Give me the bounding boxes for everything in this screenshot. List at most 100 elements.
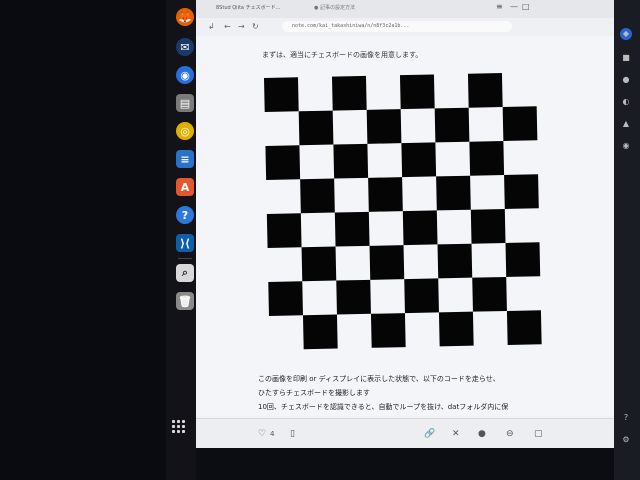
chess-square-white xyxy=(434,74,469,109)
chess-square-white xyxy=(334,178,369,213)
chess-square-white xyxy=(437,210,472,245)
help-icon[interactable]: ? xyxy=(176,206,194,224)
chess-square-black xyxy=(368,177,403,212)
browser-window: 8Stud Qiita チェスボード... ● 記事の設定方法 ≡ — □ ↲ … xyxy=(196,0,614,448)
chessboard-image xyxy=(264,72,542,350)
back-icon[interactable]: ↲ xyxy=(208,22,215,31)
chess-square-black xyxy=(469,141,505,176)
maximize-icon[interactable]: □ xyxy=(522,2,530,11)
bookmark-icon[interactable]: ▢ xyxy=(534,429,543,439)
more-share-icon[interactable]: ⊖ xyxy=(506,429,514,439)
app-icon-5[interactable]: ◉ xyxy=(620,140,632,152)
chess-square-white xyxy=(337,314,372,349)
chess-square-black xyxy=(399,74,435,110)
chess-square-white xyxy=(266,179,301,214)
tab-active[interactable]: 8Stud Qiita チェスボード... xyxy=(216,2,306,14)
app-icon-1[interactable]: ■ xyxy=(620,52,632,64)
article-paragraph-3: 10回、チェスボードを認識できると、自動でループを抜け、datフォルダ内に保 xyxy=(258,403,509,411)
chess-square-black xyxy=(504,174,539,209)
facebook-icon[interactable]: ● xyxy=(478,429,486,439)
firefox-icon[interactable]: 🦊 xyxy=(176,8,194,26)
chess-square-black xyxy=(404,278,439,314)
chess-square-black xyxy=(402,210,438,246)
minimize-icon[interactable]: — xyxy=(510,2,518,11)
chess-square-white xyxy=(269,315,304,350)
chess-square-black xyxy=(301,246,337,282)
vscode-icon[interactable]: ⟩⟨ xyxy=(176,234,194,252)
chess-square-white xyxy=(333,110,368,145)
chess-square-black xyxy=(437,243,473,279)
chess-square-white xyxy=(503,140,538,175)
chess-square-white xyxy=(506,276,541,311)
menu-icon[interactable]: ≡ xyxy=(496,2,503,11)
chess-square-white xyxy=(268,247,303,282)
heart-icon[interactable]: ♡ xyxy=(258,429,266,439)
rhythmbox-icon[interactable]: ◎ xyxy=(176,122,194,140)
chess-square-black xyxy=(472,276,507,312)
show-apps-icon[interactable] xyxy=(172,420,186,434)
chess-square-black xyxy=(264,77,299,112)
chess-square-white xyxy=(265,111,300,146)
chess-square-white xyxy=(469,107,504,142)
dock-separator xyxy=(178,258,192,259)
back-arrow-icon[interactable]: ← xyxy=(224,22,231,31)
chess-square-black xyxy=(366,109,402,144)
link-icon[interactable]: 🔗 xyxy=(424,429,435,439)
comment-icon[interactable]: ▯ xyxy=(290,429,295,439)
chess-square-black xyxy=(298,110,334,146)
reload-icon[interactable]: ↻ xyxy=(252,22,259,31)
chess-square-black xyxy=(467,73,503,108)
article-content: まずは、適当にチェスボードの画像を用意します。 この画像を印刷 or ディスプレ… xyxy=(196,36,614,416)
chess-square-white xyxy=(298,77,333,112)
chess-square-white xyxy=(369,211,404,246)
chess-square-black xyxy=(266,213,302,248)
chess-square-white xyxy=(472,243,507,278)
chess-square-white xyxy=(402,176,437,211)
chromium-icon[interactable]: ◉ xyxy=(176,66,194,84)
chess-square-black xyxy=(265,145,301,180)
trash-icon[interactable]: 🗑 xyxy=(176,292,194,310)
chess-square-black xyxy=(502,106,538,142)
chess-square-white xyxy=(438,278,473,313)
address-bar[interactable]: note.com/kai_takashiniwa/n/n8f3c2a1b... xyxy=(282,21,512,32)
like-count: 4 xyxy=(270,430,275,438)
intro-text: まずは、適当にチェスボードの画像を用意します。 xyxy=(262,51,423,59)
tab-inactive[interactable]: ● 記事の設定方法 xyxy=(314,2,404,14)
chess-square-black xyxy=(331,75,367,111)
chess-square-black xyxy=(505,242,541,277)
chess-square-white xyxy=(299,145,334,180)
right-sidebar: ◆ ■ ● ◐ ▲ ◉ ? ⚙ xyxy=(614,0,640,480)
chess-square-white xyxy=(405,312,440,347)
app-icon-4[interactable]: ▲ xyxy=(620,118,632,130)
chess-square-black xyxy=(370,313,406,348)
settings-icon[interactable]: ⚙ xyxy=(620,434,632,446)
chess-square-black xyxy=(333,143,369,179)
app-icon-3[interactable]: ◐ xyxy=(620,96,632,108)
chess-square-white xyxy=(435,142,470,177)
libreoffice-writer-icon[interactable]: ≡ xyxy=(176,150,194,168)
extension-icon[interactable]: ◆ xyxy=(620,28,632,40)
chess-square-black xyxy=(506,310,542,345)
app-store-icon[interactable]: A xyxy=(176,178,194,196)
chess-square-white xyxy=(505,208,540,243)
files-icon[interactable]: ▤ xyxy=(176,94,194,112)
forward-arrow-icon[interactable]: → xyxy=(238,22,245,31)
thunderbird-icon[interactable]: ✉ xyxy=(176,38,194,56)
chess-square-white xyxy=(302,281,337,316)
chess-square-white xyxy=(370,279,405,314)
chess-square-black xyxy=(369,245,405,280)
chess-square-black xyxy=(334,211,370,247)
chess-square-white xyxy=(366,75,401,110)
nav-bar: ↲ ← → ↻ note.com/kai_takashiniwa/n/n8f3c… xyxy=(196,18,614,36)
chess-square-black xyxy=(438,311,474,347)
help-circle-icon[interactable]: ? xyxy=(620,412,632,424)
chess-square-black xyxy=(436,175,471,211)
chess-square-white xyxy=(367,143,402,178)
chess-square-black xyxy=(300,178,335,214)
app-icon-2[interactable]: ● xyxy=(620,74,632,86)
article-paragraph-2: ひたすらチェスボードを撮影します xyxy=(258,389,370,397)
tab-bar: 8Stud Qiita チェスボード... ● 記事の設定方法 ≡ — □ xyxy=(196,0,614,18)
screenshot-icon[interactable]: ⌕ xyxy=(176,264,194,282)
chess-square-white xyxy=(502,72,537,107)
x-icon[interactable]: ✕ xyxy=(452,429,460,439)
